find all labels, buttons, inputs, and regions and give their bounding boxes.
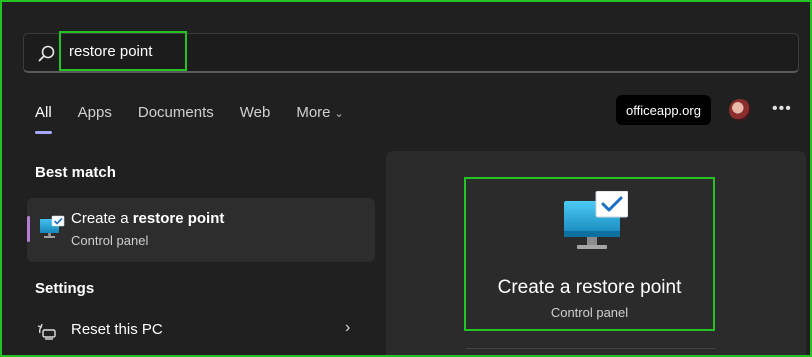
preview-subtitle: Control panel <box>550 305 629 320</box>
tab-all[interactable]: All <box>35 104 52 134</box>
tab-more[interactable]: More ⌄ <box>296 104 343 126</box>
preview-card[interactable]: Create a restore point Control panel <box>464 177 715 331</box>
tab-apps[interactable]: Apps <box>78 104 112 126</box>
search-input[interactable]: restore point <box>59 31 187 71</box>
monitor-check-icon <box>564 191 628 249</box>
selection-accent <box>27 216 30 242</box>
divider <box>466 348 716 349</box>
result-title-bold: restore point <box>132 210 225 227</box>
best-match-result[interactable]: Create a restore point Control panel <box>27 198 375 262</box>
result-title-prefix: Create a <box>71 210 133 227</box>
search-icon <box>38 45 55 62</box>
preview-title: Create a restore point <box>497 277 682 298</box>
best-match-heading: Best match <box>35 164 116 181</box>
settings-heading: Settings <box>35 280 95 297</box>
preview-pane: Create a restore point Control panel <box>386 151 806 357</box>
tab-more-label: More <box>296 104 331 121</box>
search-bar[interactable]: restore point <box>23 31 799 73</box>
tab-web[interactable]: Web <box>240 104 271 126</box>
monitor-check-icon <box>40 215 65 238</box>
tab-documents[interactable]: Documents <box>138 104 214 126</box>
more-options-icon[interactable]: ••• <box>772 100 792 118</box>
settings-item-reset-pc[interactable]: Reset this PC › <box>27 315 375 347</box>
result-subtitle: Control panel <box>71 233 149 248</box>
settings-item-label: Reset this PC <box>71 321 163 338</box>
filter-tabs: All Apps Documents Web More ⌄ <box>35 104 370 134</box>
result-title: Create a restore point <box>71 210 224 227</box>
chevron-down-icon: ⌄ <box>334 108 344 120</box>
chevron-right-icon: › <box>345 319 351 336</box>
account-badge[interactable]: officeapp.org <box>616 95 711 125</box>
reset-pc-icon <box>37 323 56 340</box>
avatar[interactable] <box>729 99 751 121</box>
